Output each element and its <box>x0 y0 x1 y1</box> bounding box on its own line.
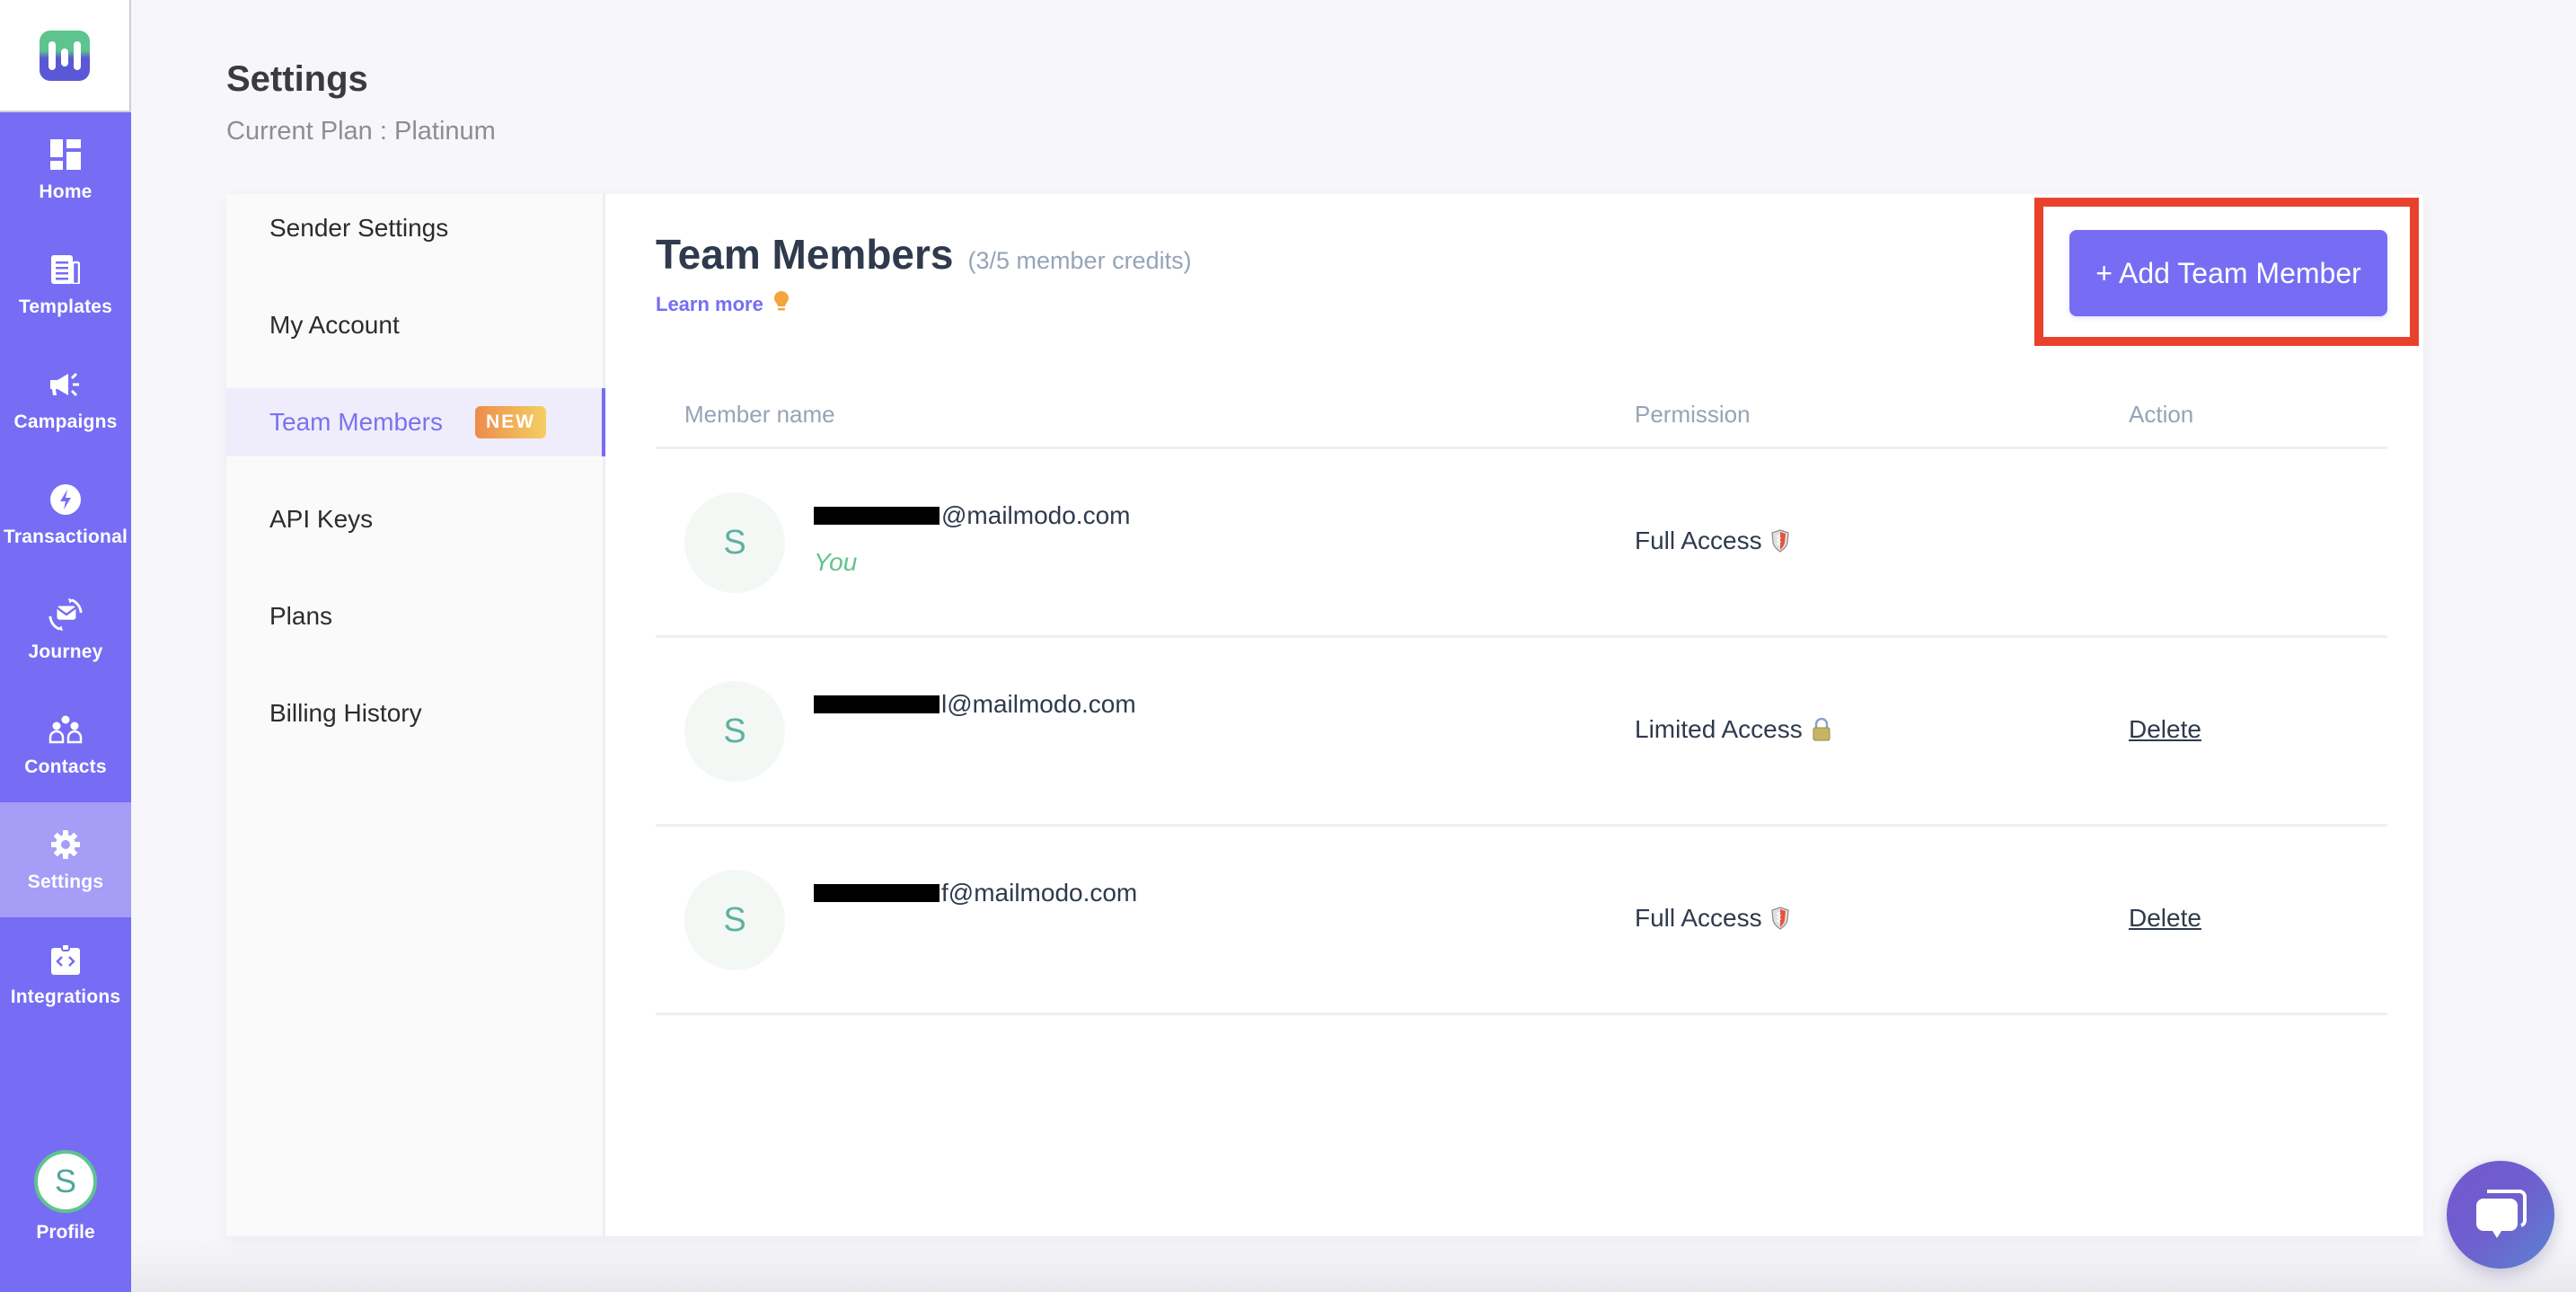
page-title: Settings <box>226 59 368 99</box>
member-permission: Full Access <box>1635 904 1789 933</box>
sidebar-item-label: Transactional <box>4 527 128 547</box>
chat-widget-button[interactable] <box>2447 1161 2554 1269</box>
settings-nav-api-keys[interactable]: API Keys <box>226 485 605 553</box>
add-team-member-button[interactable]: + Add Team Member <box>2069 230 2387 316</box>
sidebar-item-label: Contacts <box>24 757 107 777</box>
profile-avatar: S <box>34 1150 97 1213</box>
shield-icon <box>1770 907 1789 930</box>
member-email-domain: @mailmodo.com <box>941 501 1131 529</box>
sidebar-item-home[interactable]: Home <box>0 112 131 227</box>
permission-label: Full Access <box>1635 527 1762 554</box>
people-icon <box>48 712 84 748</box>
sidebar-item-campaigns[interactable]: Campaigns <box>0 342 131 457</box>
section-title: Team Members <box>656 231 954 278</box>
member-email: f@mailmodo.com <box>814 879 1137 907</box>
table-header: Member name Permission Action <box>656 374 2387 449</box>
logo-area[interactable] <box>0 0 131 112</box>
redacted-text <box>814 507 940 525</box>
lightbulb-icon <box>773 291 789 318</box>
member-email-domain: l@mailmodo.com <box>941 690 1136 718</box>
settings-nav-label: Sender Settings <box>269 214 449 242</box>
member-email: l@mailmodo.com <box>814 690 1136 719</box>
member-avatar: S <box>684 492 785 593</box>
member-avatar: S <box>684 870 785 970</box>
sidebar-item-settings[interactable]: Settings <box>0 802 131 917</box>
sidebar-profile[interactable]: S Profile <box>0 1150 131 1258</box>
megaphone-icon <box>48 367 84 403</box>
settings-nav-sender-settings[interactable]: Sender Settings <box>226 194 605 262</box>
settings-nav-label: Billing History <box>269 699 422 727</box>
sidebar-item-label: Campaigns <box>13 411 118 432</box>
permission-label: Limited Access <box>1635 715 1803 743</box>
new-badge: NEW <box>474 406 546 438</box>
redacted-text <box>814 884 940 902</box>
learn-more-label: Learn more <box>656 293 763 315</box>
settings-nav: Sender Settings My Account Team Members … <box>226 194 605 1236</box>
member-email-domain: f@mailmodo.com <box>941 879 1138 907</box>
table-row: S @mailmodo.com You Full Access <box>656 449 2387 638</box>
member-permission: Full Access <box>1635 527 1789 555</box>
column-header-action: Action <box>2129 401 2194 428</box>
settings-nav-billing-history[interactable]: Billing History <box>226 679 605 748</box>
redacted-text <box>814 695 940 713</box>
profile-label: Profile <box>36 1222 95 1243</box>
shield-icon <box>1770 529 1789 553</box>
lightning-icon <box>48 482 84 518</box>
sidebar-item-templates[interactable]: Templates <box>0 227 131 342</box>
mail-cycle-icon <box>48 597 84 633</box>
app-sidebar: Home Templates Campaigns Transactional J… <box>0 0 131 1292</box>
delete-member-link[interactable]: Delete <box>2129 715 2201 744</box>
sidebar-item-contacts[interactable]: Contacts <box>0 687 131 802</box>
member-avatar: S <box>684 681 785 782</box>
you-label: You <box>814 548 858 576</box>
code-clipboard-icon <box>48 942 84 978</box>
table-row: S f@mailmodo.com Full Access Delete <box>656 827 2387 1015</box>
current-plan-text: Current Plan : Platinum <box>226 117 496 146</box>
settings-nav-label: My Account <box>269 311 400 339</box>
settings-nav-label: Plans <box>269 602 333 630</box>
permission-label: Full Access <box>1635 904 1762 932</box>
sidebar-item-transactional[interactable]: Transactional <box>0 457 131 572</box>
mailmodo-logo-icon <box>40 30 90 81</box>
lock-icon <box>1812 718 1831 741</box>
column-header-member-name: Member name <box>684 401 835 428</box>
delete-member-link[interactable]: Delete <box>2129 904 2201 933</box>
sidebar-item-label: Settings <box>27 872 104 892</box>
sidebar-item-journey[interactable]: Journey <box>0 572 131 687</box>
dashboard-grid-icon <box>48 137 84 173</box>
bottom-shade <box>131 1238 2576 1292</box>
settings-nav-plans[interactable]: Plans <box>226 582 605 650</box>
member-permission: Limited Access <box>1635 715 1831 744</box>
table-row: S l@mailmodo.com Limited Access Delete <box>656 638 2387 827</box>
settings-card: Sender Settings My Account Team Members … <box>226 194 2423 1236</box>
sidebar-item-label: Integrations <box>10 987 121 1007</box>
member-email: @mailmodo.com <box>814 501 1130 530</box>
column-header-permission: Permission <box>1635 401 1751 428</box>
sidebar-item-label: Templates <box>18 296 113 317</box>
gear-icon <box>48 827 84 863</box>
chat-bubbles-icon <box>2473 1186 2528 1244</box>
member-credits: (3/5 member credits) <box>967 247 1192 274</box>
settings-nav-label: Team Members <box>269 408 443 436</box>
sidebar-item-label: Home <box>39 181 93 202</box>
learn-more-link[interactable]: Learn more <box>656 291 789 318</box>
team-members-heading: Team Members (3/5 member credits) <box>656 230 1192 279</box>
sidebar-item-integrations[interactable]: Integrations <box>0 917 131 1032</box>
team-members-table: Member name Permission Action S @mailmod… <box>656 374 2387 1015</box>
settings-nav-label: API Keys <box>269 505 374 533</box>
sidebar-item-label: Journey <box>28 642 103 662</box>
settings-nav-team-members[interactable]: Team Members NEW <box>226 388 605 456</box>
settings-nav-my-account[interactable]: My Account <box>226 291 605 359</box>
document-icon <box>48 252 84 288</box>
